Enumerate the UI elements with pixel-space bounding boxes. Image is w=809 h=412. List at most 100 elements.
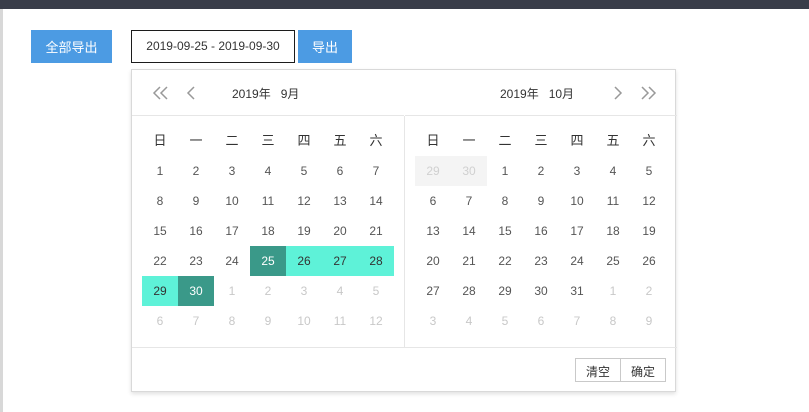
day-cell[interactable]: 8: [214, 306, 250, 336]
day-cell[interactable]: 6: [322, 156, 358, 186]
day-cell[interactable]: 16: [178, 216, 214, 246]
prev-month-button[interactable]: [180, 70, 202, 116]
day-cell[interactable]: 9: [250, 306, 286, 336]
day-cell[interactable]: 11: [595, 186, 631, 216]
day-cell[interactable]: 21: [451, 246, 487, 276]
day-cell[interactable]: 29: [142, 276, 178, 306]
day-cell[interactable]: 16: [523, 216, 559, 246]
day-cell[interactable]: 30: [523, 276, 559, 306]
day-cell[interactable]: 13: [322, 186, 358, 216]
day-cell[interactable]: 1: [142, 156, 178, 186]
day-cell[interactable]: 10: [286, 306, 322, 336]
day-cell[interactable]: 22: [142, 246, 178, 276]
day-cell[interactable]: 12: [358, 306, 394, 336]
day-cell[interactable]: 3: [559, 156, 595, 186]
weekday-label: 六: [369, 133, 383, 148]
day-cell[interactable]: 5: [631, 156, 667, 186]
day-cell[interactable]: 1: [595, 276, 631, 306]
day-cell[interactable]: 4: [451, 306, 487, 336]
day-cell[interactable]: 9: [523, 186, 559, 216]
day-cell[interactable]: 26: [286, 246, 322, 276]
day-cell: 30: [451, 156, 487, 186]
day-cell[interactable]: 19: [286, 216, 322, 246]
next-year-button[interactable]: [637, 70, 659, 116]
day-cell[interactable]: 2: [523, 156, 559, 186]
export-all-button[interactable]: 全部导出: [31, 30, 112, 63]
day-cell[interactable]: 5: [286, 156, 322, 186]
day-cell[interactable]: 3: [415, 306, 451, 336]
day-cell[interactable]: 30: [178, 276, 214, 306]
day-cell[interactable]: 24: [214, 246, 250, 276]
day-cell[interactable]: 21: [358, 216, 394, 246]
double-chevron-right-icon: [638, 85, 658, 101]
day-cell[interactable]: 17: [214, 216, 250, 246]
day-cell[interactable]: 7: [559, 306, 595, 336]
day-cell[interactable]: 4: [250, 156, 286, 186]
day-cell[interactable]: 10: [214, 186, 250, 216]
day-cell[interactable]: 26: [631, 246, 667, 276]
day-cell[interactable]: 12: [631, 186, 667, 216]
day-cell[interactable]: 15: [142, 216, 178, 246]
day-cell[interactable]: 19: [631, 216, 667, 246]
day-cell[interactable]: 23: [523, 246, 559, 276]
export-button[interactable]: 导出: [298, 30, 352, 63]
day-cell[interactable]: 11: [322, 306, 358, 336]
day-cell[interactable]: 12: [286, 186, 322, 216]
day-cell[interactable]: 2: [631, 276, 667, 306]
day-cell[interactable]: 8: [142, 186, 178, 216]
month-label[interactable]: 9月: [281, 87, 300, 101]
weekday-label: 五: [606, 133, 620, 148]
day-cell[interactable]: 4: [595, 156, 631, 186]
year-label[interactable]: 2019年: [232, 87, 271, 101]
day-cell[interactable]: 28: [358, 246, 394, 276]
year-label[interactable]: 2019年: [500, 87, 539, 101]
day-cell[interactable]: 14: [358, 186, 394, 216]
confirm-button[interactable]: 确定: [620, 358, 666, 382]
next-month-button[interactable]: [607, 70, 629, 116]
day-cell[interactable]: 2: [178, 156, 214, 186]
day-cell[interactable]: 18: [250, 216, 286, 246]
day-cell[interactable]: 9: [631, 306, 667, 336]
day-cell[interactable]: 25: [595, 246, 631, 276]
day-cell[interactable]: 8: [487, 186, 523, 216]
day-cell[interactable]: 31: [559, 276, 595, 306]
day-cell[interactable]: 13: [415, 216, 451, 246]
day-cell[interactable]: 5: [487, 306, 523, 336]
day-cell[interactable]: 7: [178, 306, 214, 336]
day-cell[interactable]: 27: [415, 276, 451, 306]
day-cell[interactable]: 17: [559, 216, 595, 246]
day-cell[interactable]: 9: [178, 186, 214, 216]
day-cell[interactable]: 23: [178, 246, 214, 276]
day-cell[interactable]: 24: [559, 246, 595, 276]
day-cell[interactable]: 2: [250, 276, 286, 306]
day-cell[interactable]: 22: [487, 246, 523, 276]
day-cell[interactable]: 27: [322, 246, 358, 276]
day-cell[interactable]: 15: [487, 216, 523, 246]
prev-year-button[interactable]: [150, 70, 172, 116]
day-cell[interactable]: 18: [595, 216, 631, 246]
day-cell[interactable]: 20: [415, 246, 451, 276]
day-cell[interactable]: 1: [487, 156, 523, 186]
clear-button[interactable]: 清空: [575, 358, 621, 382]
day-cell[interactable]: 10: [559, 186, 595, 216]
day-cell[interactable]: 6: [415, 186, 451, 216]
day-cell[interactable]: 28: [451, 276, 487, 306]
day-cell[interactable]: 6: [523, 306, 559, 336]
day-cell[interactable]: 3: [214, 156, 250, 186]
day-cell[interactable]: 3: [286, 276, 322, 306]
day-grid-left: 1 2 3 4 5 6 7 8 9 10 11 12 13 14 15 16 17 18 19 20 21 22 23 24 2…: [142, 156, 394, 336]
day-cell[interactable]: 4: [322, 276, 358, 306]
day-cell[interactable]: 5: [358, 276, 394, 306]
day-cell[interactable]: 7: [451, 186, 487, 216]
date-range-input[interactable]: 2019-09-25 - 2019-09-30: [131, 30, 295, 63]
day-cell[interactable]: 14: [451, 216, 487, 246]
day-cell[interactable]: 11: [250, 186, 286, 216]
day-cell[interactable]: 7: [358, 156, 394, 186]
month-label[interactable]: 10月: [549, 87, 574, 101]
day-cell[interactable]: 29: [487, 276, 523, 306]
day-cell[interactable]: 25: [250, 246, 286, 276]
day-cell[interactable]: 1: [214, 276, 250, 306]
day-cell[interactable]: 8: [595, 306, 631, 336]
day-cell[interactable]: 6: [142, 306, 178, 336]
day-cell[interactable]: 20: [322, 216, 358, 246]
